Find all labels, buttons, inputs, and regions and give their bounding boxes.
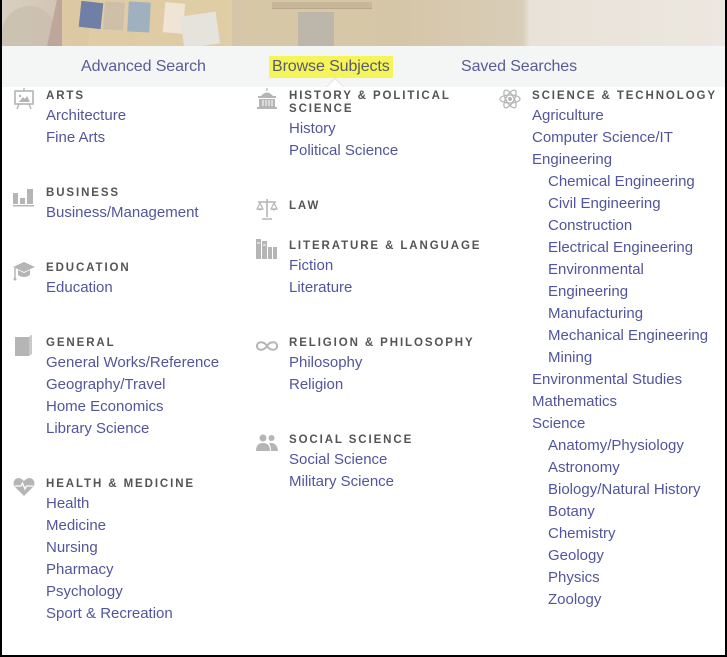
category-title: HISTORY & POLITICAL SCIENCE bbox=[289, 90, 451, 115]
subject-link-civil-engineering[interactable]: Civil Engineering bbox=[532, 193, 725, 215]
subject-link-agriculture[interactable]: Agriculture bbox=[532, 105, 725, 127]
subject-link-military-science[interactable]: Military Science bbox=[289, 471, 489, 493]
subject-links: General Works/Reference Geography/Travel H… bbox=[46, 352, 246, 440]
subject-link-literature[interactable]: Literature bbox=[289, 277, 489, 299]
subject-link-political-science[interactable]: Political Science bbox=[289, 140, 489, 162]
category-title: ARTS bbox=[46, 90, 85, 102]
subject-link-religion[interactable]: Religion bbox=[289, 374, 489, 396]
subject-link-mechanical-engineering[interactable]: Mechanical Engineering bbox=[532, 325, 725, 347]
subject-link-sport-and-recreation[interactable]: Sport & Recreation bbox=[46, 603, 246, 625]
subject-link-environmental-studies[interactable]: Environmental Studies bbox=[532, 369, 725, 391]
subject-links: Architecture Fine Arts bbox=[46, 105, 246, 149]
subject-link-electrical-engineering[interactable]: Electrical Engineering bbox=[532, 237, 725, 259]
subject-link-computer-science-it[interactable]: Computer Science/IT bbox=[532, 127, 725, 149]
category-health-and-medicine: HEALTH & MEDICINE Health Medicine Nursing Ph… bbox=[10, 440, 246, 625]
category-religion-and-philosophy: RELIGION & PHILOSOPHY Philosophy Religion bbox=[253, 299, 489, 396]
subject-link-library-science[interactable]: Library Science bbox=[46, 418, 246, 440]
subject-link-nursing[interactable]: Nursing bbox=[46, 537, 246, 559]
subject-links: Fiction Literature bbox=[289, 255, 489, 299]
subject-link-fine-arts[interactable]: Fine Arts bbox=[46, 127, 246, 149]
subject-link-manufacturing[interactable]: Manufacturing bbox=[532, 303, 725, 325]
browse-subjects-panel: Advanced Search Browse Subjects Saved Se… bbox=[2, 0, 725, 655]
bar-chart-icon bbox=[12, 184, 36, 208]
subject-link-astronomy[interactable]: Astronomy bbox=[532, 457, 725, 479]
category-social-science: SOCIAL SCIENCE Social Science Military Sci… bbox=[253, 396, 489, 493]
category-title: RELIGION & PHILOSOPHY bbox=[289, 337, 475, 349]
subject-link-anatomy-physiology[interactable]: Anatomy/Physiology bbox=[532, 435, 725, 457]
books-icon bbox=[255, 237, 279, 261]
subject-links: Health Medicine Nursing Pharmacy Psychology S… bbox=[46, 493, 246, 625]
subject-link-general-works-reference[interactable]: General Works/Reference bbox=[46, 352, 246, 374]
category-title: SCIENCE & TECHNOLOGY bbox=[532, 90, 717, 102]
people-icon bbox=[255, 431, 279, 455]
subject-column-1: ARTS Architecture Fine Arts BUSINESS Busines… bbox=[10, 87, 246, 625]
subject-link-medicine[interactable]: Medicine bbox=[46, 515, 246, 537]
heart-pulse-icon bbox=[12, 475, 36, 499]
subject-link-engineering[interactable]: Engineering bbox=[532, 281, 725, 303]
subject-link-psychology[interactable]: Psychology bbox=[46, 581, 246, 603]
atom-icon bbox=[498, 87, 522, 111]
subject-link-engineering[interactable]: Engineering bbox=[532, 149, 725, 171]
subject-links: Education bbox=[46, 277, 246, 299]
category-title: LITERATURE & LANGUAGE bbox=[289, 240, 482, 252]
header-banner-image bbox=[2, 0, 725, 46]
subject-link-zoology[interactable]: Zoology bbox=[532, 589, 725, 611]
subject-link-pharmacy[interactable]: Pharmacy bbox=[46, 559, 246, 581]
infinity-icon bbox=[255, 334, 279, 358]
subject-link-construction[interactable]: Construction bbox=[532, 215, 725, 237]
subject-link-geography-travel[interactable]: Geography/Travel bbox=[46, 374, 246, 396]
nav-browse-subjects[interactable]: Browse Subjects bbox=[269, 56, 393, 78]
category-history-and-political-science: HISTORY & POLITICAL SCIENCE History Politi… bbox=[253, 87, 489, 162]
category-title: HEALTH & MEDICINE bbox=[46, 478, 196, 490]
graduation-cap-icon bbox=[12, 259, 36, 283]
easel-icon bbox=[12, 87, 36, 111]
subject-link-social-science[interactable]: Social Science bbox=[289, 449, 489, 471]
nav-advanced-search[interactable]: Advanced Search bbox=[78, 56, 209, 78]
subject-link-chemical-engineering[interactable]: Chemical Engineering bbox=[532, 171, 725, 193]
capitol-building-icon bbox=[255, 87, 279, 111]
subject-link-biology-natural-history[interactable]: Biology/Natural History bbox=[532, 479, 725, 501]
category-education: EDUCATION Education bbox=[10, 224, 246, 299]
category-title: SOCIAL SCIENCE bbox=[289, 434, 414, 446]
category-title: LAW bbox=[289, 200, 321, 212]
subject-link-architecture[interactable]: Architecture bbox=[46, 105, 246, 127]
subject-link-home-economics[interactable]: Home Economics bbox=[46, 396, 246, 418]
category-title: BUSINESS bbox=[46, 187, 120, 199]
subject-link-history[interactable]: History bbox=[289, 118, 489, 140]
category-business: BUSINESS Business/Management bbox=[10, 149, 246, 224]
subject-link-environmental[interactable]: Environmental bbox=[532, 259, 725, 281]
category-general: GENERAL General Works/Reference Geography/… bbox=[10, 299, 246, 440]
subject-links: Social Science Military Science bbox=[289, 449, 489, 493]
subject-link-education[interactable]: Education bbox=[46, 277, 246, 299]
subject-link-physics[interactable]: Physics bbox=[532, 567, 725, 589]
subject-link-mathematics[interactable]: Mathematics bbox=[532, 391, 725, 413]
category-science-and-technology: SCIENCE & TECHNOLOGY Agriculture Computer … bbox=[496, 87, 725, 611]
category-literature-and-language: LITERATURE & LANGUAGE Fiction Literature bbox=[253, 215, 489, 299]
subject-links: Agriculture Computer Science/IT Engineerin… bbox=[532, 105, 725, 611]
category-title: GENERAL bbox=[46, 337, 116, 349]
subject-links: History Political Science bbox=[289, 118, 489, 162]
subject-link-mining[interactable]: Mining bbox=[532, 347, 725, 369]
subject-link-science[interactable]: Science bbox=[532, 413, 725, 435]
subject-link-fiction[interactable]: Fiction bbox=[289, 255, 489, 277]
category-title: EDUCATION bbox=[46, 262, 131, 274]
subject-column-3: SCIENCE & TECHNOLOGY Agriculture Computer … bbox=[496, 87, 725, 611]
subject-links: Business/Management bbox=[46, 202, 246, 224]
category-law: LAW bbox=[253, 162, 489, 220]
subject-link-health[interactable]: Health bbox=[46, 493, 246, 515]
search-nav-bar: Advanced Search Browse Subjects Saved Se… bbox=[2, 46, 725, 87]
subject-link-botany[interactable]: Botany bbox=[532, 501, 725, 523]
category-arts: ARTS Architecture Fine Arts bbox=[10, 87, 246, 149]
nav-saved-searches[interactable]: Saved Searches bbox=[458, 56, 580, 78]
book-icon bbox=[12, 334, 36, 358]
subject-links: Philosophy Religion bbox=[289, 352, 489, 396]
subject-link-business-management[interactable]: Business/Management bbox=[46, 202, 246, 224]
subject-column-2: HISTORY & POLITICAL SCIENCE History Politi… bbox=[253, 87, 489, 493]
subject-link-philosophy[interactable]: Philosophy bbox=[289, 352, 489, 374]
subject-link-chemistry[interactable]: Chemistry bbox=[532, 523, 725, 545]
subject-link-geology[interactable]: Geology bbox=[532, 545, 725, 567]
